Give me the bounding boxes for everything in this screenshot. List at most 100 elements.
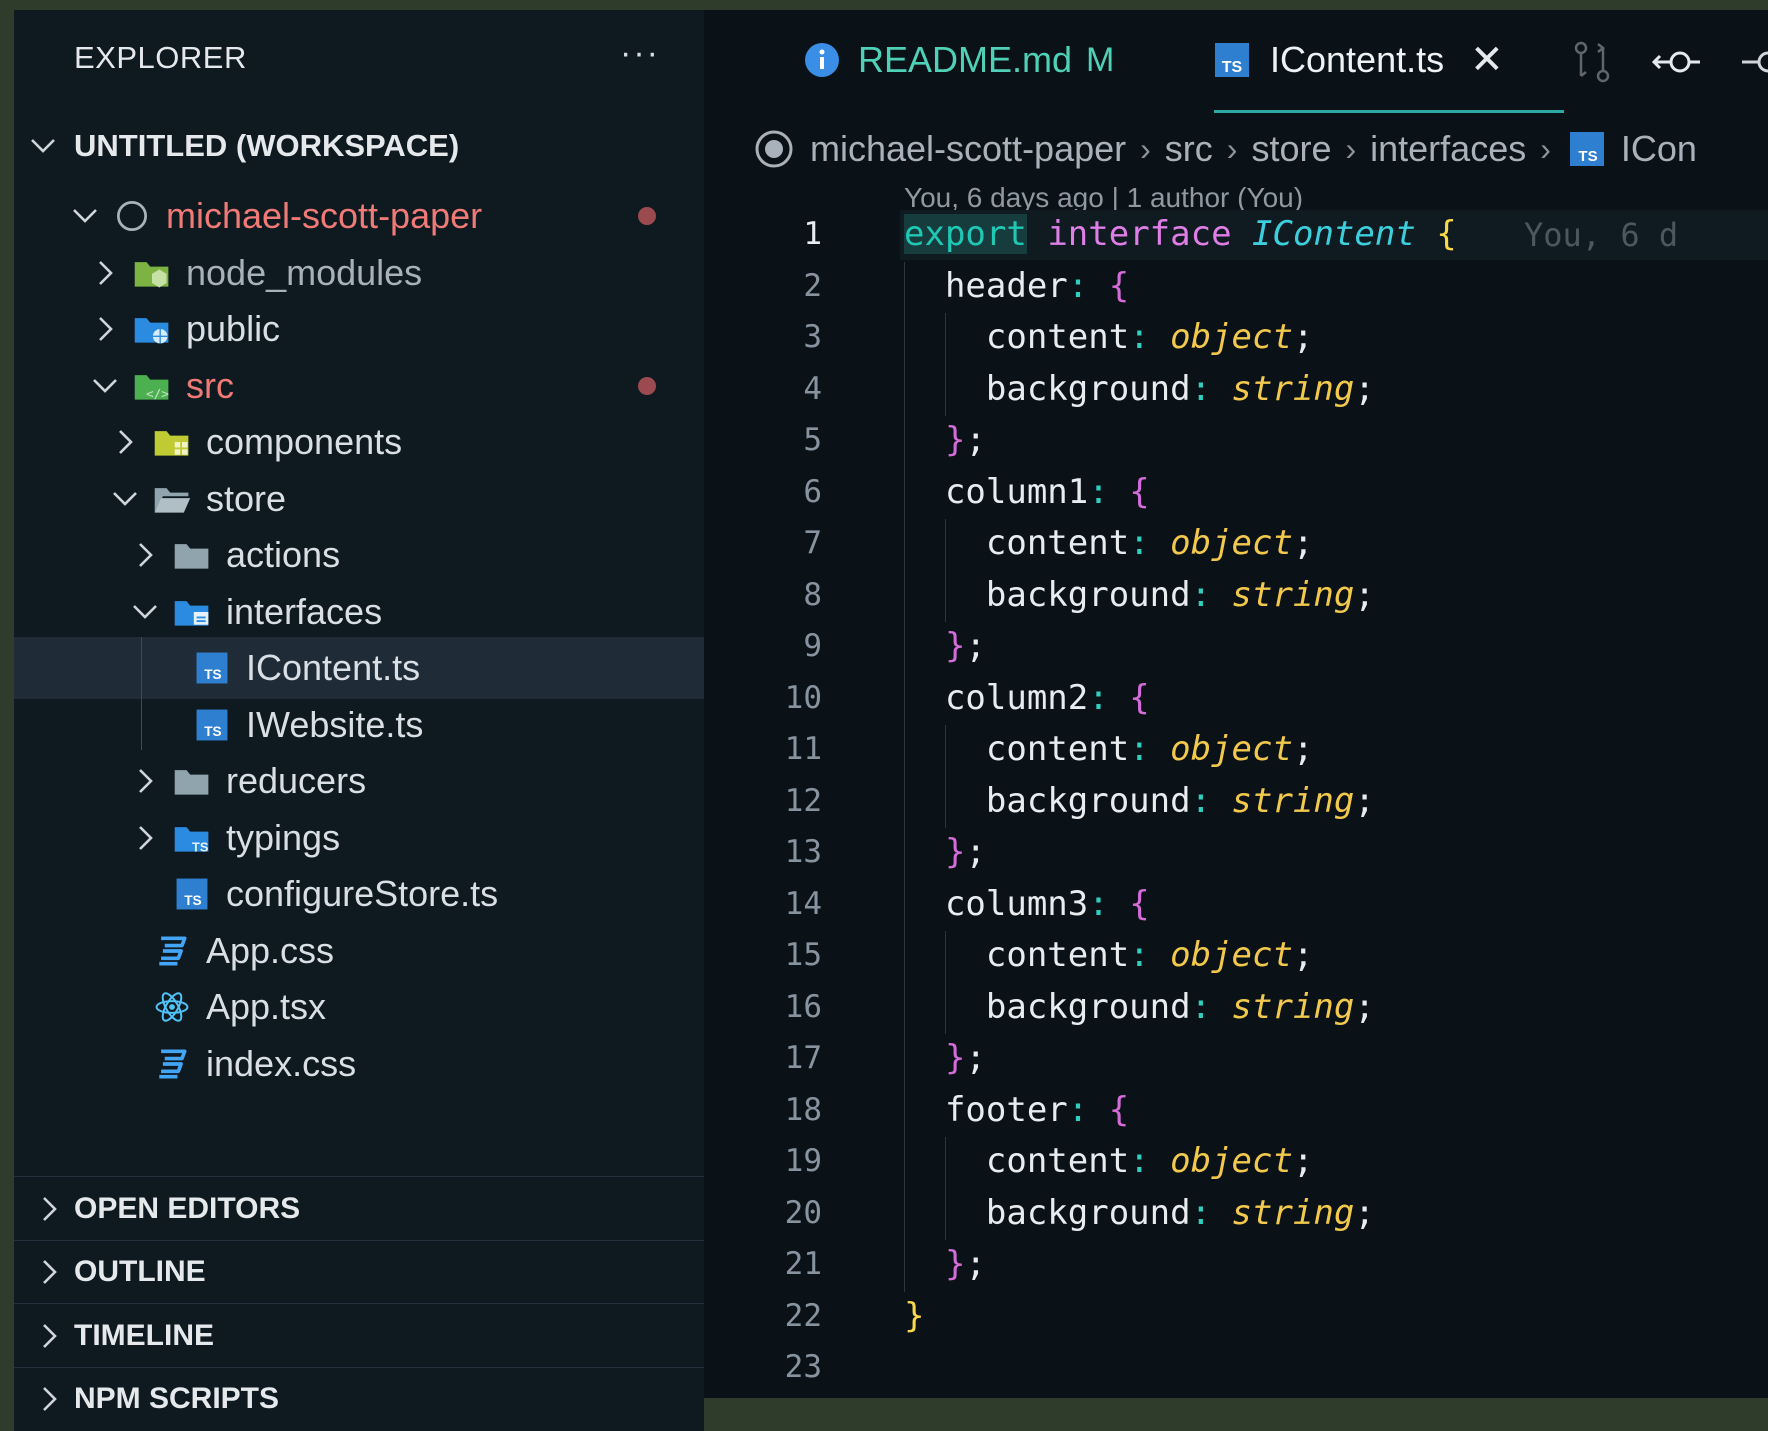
code-text: export interface IContent { — [904, 214, 1457, 254]
tree-item-index-css[interactable]: index.css — [14, 1033, 704, 1095]
code-line[interactable]: 13 }; — [704, 828, 1768, 880]
breadcrumb-item[interactable]: interfaces — [1370, 128, 1526, 170]
repo-circle-icon — [117, 201, 147, 231]
line-number: 14 — [784, 885, 822, 922]
panel-npm-scripts[interactable]: NPM SCRIPTS — [14, 1366, 704, 1431]
tree-item-label: IWebsite.ts — [246, 703, 424, 745]
components-folder-icon — [154, 431, 189, 456]
chevron-down-icon — [133, 604, 157, 619]
line-number: 18 — [784, 1091, 822, 1128]
editor-tabs: README.md M TS IContent.ts ✕ — [704, 10, 1768, 113]
code-line[interactable]: 12 background: string; — [704, 777, 1768, 829]
tree-item-label: configureStore.ts — [226, 873, 499, 914]
tree-item-store[interactable]: store — [14, 468, 704, 530]
code-line[interactable]: 15 content: object; — [704, 931, 1768, 983]
code-text: content: object; — [904, 729, 1314, 769]
tab-icontent-label: IContent.ts — [1270, 39, 1445, 80]
code-line[interactable]: 5 }; — [704, 416, 1768, 468]
close-tab-button[interactable]: ✕ — [1470, 37, 1504, 83]
line-number: 23 — [784, 1349, 822, 1385]
code-line[interactable]: 21 }; — [704, 1240, 1768, 1292]
code-text: column2: { — [904, 677, 1150, 718]
tree-item-label: App.tsx — [206, 986, 327, 1027]
repo-circle-icon — [755, 130, 793, 168]
tab-readme-label: README.md — [858, 39, 1073, 80]
code-line[interactable]: 7 content: object; — [704, 519, 1768, 571]
code-line[interactable]: 19 content: object; — [704, 1137, 1768, 1189]
go-back-commit-icon[interactable] — [1652, 42, 1702, 82]
panel-label: NPM SCRIPTS — [74, 1382, 280, 1415]
line-number: 9 — [803, 628, 822, 664]
tree-item-components[interactable]: components — [14, 411, 704, 473]
commit-icon[interactable] — [1742, 42, 1768, 82]
code-line[interactable]: 14 column3: { — [704, 880, 1768, 932]
code-line[interactable]: 22} — [704, 1292, 1768, 1344]
breadcrumb-item[interactable]: michael-scott-paper — [810, 128, 1126, 170]
code-text: }; — [944, 1038, 986, 1078]
code-line[interactable]: 2 header: { — [704, 262, 1768, 314]
code-line[interactable]: 11 content: object; — [704, 725, 1768, 777]
tree-item-reducers[interactable]: reducers — [14, 750, 704, 812]
svg-text:TS: TS — [184, 893, 201, 908]
code-line[interactable]: 23 — [704, 1343, 1768, 1395]
tree-item-iwebsite-ts[interactable]: TS IWebsite.ts — [14, 694, 704, 756]
folder-icon — [174, 544, 209, 569]
code-line[interactable]: 4 background: string; — [704, 365, 1768, 417]
compare-changes-icon[interactable] — [1572, 40, 1612, 84]
src-folder-icon: </> — [134, 374, 169, 400]
indent-guide — [945, 725, 946, 828]
tree-item-label: IContent.ts — [246, 647, 421, 688]
tree-item-michael-scott-paper[interactable]: michael-scott-paper — [14, 185, 704, 247]
code-line[interactable]: 18 footer: { — [704, 1086, 1768, 1138]
code-line[interactable]: 10 column2: { — [704, 674, 1768, 726]
explorer-header: EXPLORER ··· — [14, 10, 704, 112]
breadcrumb-item[interactable]: store — [1251, 128, 1331, 170]
code-line[interactable]: 3 content: object; — [704, 313, 1768, 365]
code-text: background: string; — [904, 780, 1375, 821]
code-line[interactable]: 1 export interface IContent {You, 6 d — [704, 210, 1768, 262]
panel-timeline[interactable]: TIMELINE — [14, 1303, 704, 1367]
tree-item-label: App.css — [206, 929, 335, 971]
tree-item-label: michael-scott-paper — [166, 195, 483, 236]
editor-actions — [1572, 40, 1768, 84]
tree-item-interfaces[interactable]: interfaces — [14, 581, 704, 643]
tree-item-public[interactable]: public — [14, 298, 704, 360]
vscode-window: EXPLORER ··· UNTITLED (WORKSPACE) michae… — [14, 10, 1768, 1431]
code-line[interactable]: 16 background: string; — [704, 983, 1768, 1035]
workspace-section-header[interactable]: UNTITLED (WORKSPACE) — [14, 118, 704, 174]
chevron-right-icon — [99, 317, 113, 341]
folder-icon — [174, 770, 209, 795]
more-actions-button[interactable]: ··· — [620, 34, 660, 73]
indent-guide — [945, 931, 946, 1034]
tree-item-node-modules[interactable]: node_modules — [14, 242, 704, 304]
breadcrumb-item[interactable]: ICon — [1621, 128, 1697, 170]
tree-item-configurestore-ts[interactable]: TS configureStore.ts — [14, 863, 704, 925]
tab-icontent[interactable]: TS IContent.ts ✕ — [1214, 10, 1564, 113]
line-number: 6 — [803, 473, 822, 510]
code-line[interactable]: 17 }; — [704, 1034, 1768, 1086]
code-line[interactable]: 8 background: string; — [704, 571, 1768, 623]
chevron-right-icon — [43, 1387, 57, 1411]
code-line[interactable]: 6 column1: { — [704, 468, 1768, 520]
modified-badge: M — [1086, 40, 1115, 79]
tree-item-icontent-ts[interactable]: TS IContent.ts — [14, 637, 704, 699]
line-number: 20 — [784, 1194, 822, 1231]
indent-guide — [945, 313, 946, 416]
ts-folder-icon: TS — [174, 826, 209, 854]
panel-outline[interactable]: OUTLINE — [14, 1239, 704, 1304]
tree-item-typings[interactable]: TS typings — [14, 807, 704, 869]
tree-item-actions[interactable]: actions — [14, 524, 704, 586]
panel-open-editors[interactable]: OPEN EDITORS — [14, 1176, 704, 1240]
breadcrumb-item[interactable]: src — [1165, 128, 1213, 170]
css-file-icon — [159, 935, 187, 966]
chevron-right-icon: › — [1540, 130, 1551, 167]
tree-item-label: actions — [226, 534, 341, 575]
tree-item-src[interactable]: </> src — [14, 355, 704, 417]
tab-readme[interactable]: README.md M — [804, 10, 1114, 110]
tree-item-app-tsx[interactable]: App.tsx — [14, 976, 704, 1038]
tree-item-app-css[interactable]: App.css — [14, 920, 704, 982]
editor-area: README.md M TS IContent.ts ✕ michael-sco… — [704, 10, 1768, 1398]
code-line[interactable]: 9 }; — [704, 622, 1768, 674]
code-line[interactable]: 20 background: string; — [704, 1189, 1768, 1241]
line-number: 10 — [784, 679, 822, 716]
